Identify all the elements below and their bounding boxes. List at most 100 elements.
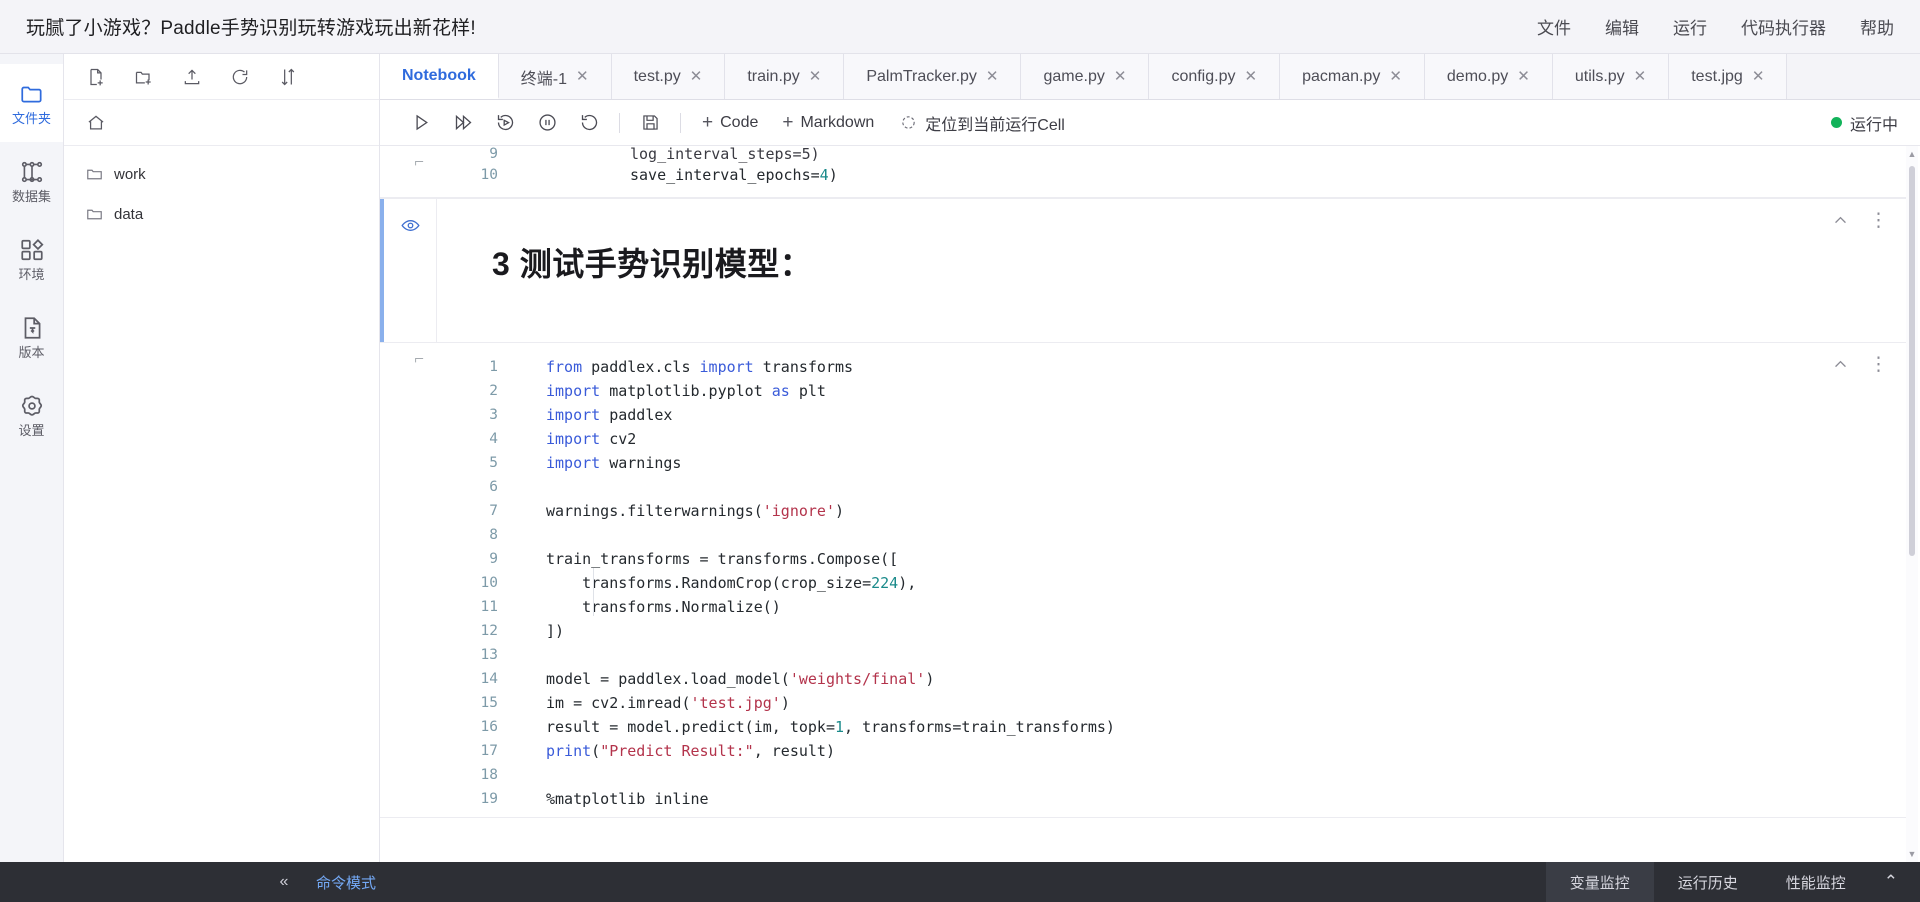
tab-pacman-py[interactable]: pacman.py ✕: [1280, 54, 1425, 99]
line-number: 12: [480, 623, 498, 639]
version-icon: [24, 317, 40, 339]
add-code-cell-button[interactable]: + Code: [690, 107, 770, 139]
notebook-scrollbar[interactable]: ▲ ▼: [1906, 146, 1918, 862]
rail-item-folder[interactable]: 文件夹: [0, 64, 63, 142]
tab-label: config.py: [1171, 67, 1236, 85]
restart-kernel-button[interactable]: [568, 106, 610, 140]
tab-close-icon[interactable]: ✕: [1389, 69, 1402, 84]
tab-close-icon[interactable]: ✕: [1517, 69, 1530, 84]
tab-label: Notebook: [402, 66, 476, 84]
rail-label-version: 版本: [18, 345, 45, 360]
rail-item-settings[interactable]: 设置: [0, 376, 63, 454]
menu-item-edit[interactable]: 编辑: [1605, 14, 1639, 39]
home-icon[interactable]: [86, 113, 106, 133]
status-run-history[interactable]: 运行历史: [1654, 872, 1762, 893]
cell-run-gutter[interactable]: ⌐: [380, 343, 458, 811]
line-number: 2: [489, 383, 498, 399]
code-line: 2 import matplotlib.pyplot as plt: [458, 379, 1906, 403]
code-line: 17 print("Predict Result:", result): [458, 739, 1906, 763]
tab-notebook[interactable]: Notebook: [380, 54, 499, 99]
tab-label: test.jpg: [1691, 67, 1743, 85]
markdown-rendered-content[interactable]: 3 测试手势识别模型：: [436, 199, 1906, 342]
interrupt-button[interactable]: [526, 106, 568, 140]
kernel-status-label: 运行中: [1849, 116, 1898, 134]
notebook-cell-markdown[interactable]: 3 测试手势识别模型： ⋮: [380, 198, 1906, 343]
line-number: 7: [489, 503, 498, 519]
line-code: transforms.Normalize(): [546, 598, 781, 616]
status-variable-monitor[interactable]: 变量监控: [1545, 862, 1654, 902]
refresh-icon[interactable]: [230, 67, 250, 87]
scrollbar-thumb[interactable]: [1909, 166, 1915, 556]
run-cell-button[interactable]: [400, 106, 442, 140]
run-cell-icon: [415, 114, 428, 131]
run-all-button[interactable]: [442, 106, 484, 140]
interrupt-icon: [538, 114, 556, 131]
status-bar-mode[interactable]: 命令模式: [316, 872, 376, 893]
line-code: result = model.predict(im, topk=1, trans…: [546, 718, 1115, 736]
tab-close-icon[interactable]: ✕: [690, 69, 703, 84]
file-list-item-data[interactable]: data: [64, 194, 379, 234]
menu-item-file[interactable]: 文件: [1537, 14, 1571, 39]
rail-item-environment[interactable]: 环境: [0, 220, 63, 298]
chevron-up-icon[interactable]: [1832, 212, 1849, 229]
tab-palmtracker-py[interactable]: PalmTracker.py ✕: [844, 54, 1022, 99]
status-performance-monitor[interactable]: 性能监控: [1762, 872, 1870, 893]
cell-run-gutter[interactable]: ⌐: [380, 146, 458, 187]
add-markdown-cell-button[interactable]: + Markdown: [770, 107, 886, 139]
cell-run-indicator: ⌐: [414, 152, 424, 171]
new-folder-icon[interactable]: [134, 67, 154, 87]
tab-game-py[interactable]: game.py ✕: [1021, 54, 1150, 99]
cell-code-area[interactable]: 1 from paddlex.cls import transforms 2 i…: [458, 343, 1906, 811]
file-breadcrumb[interactable]: [64, 100, 379, 146]
scroll-up-arrow-icon[interactable]: ▲: [1907, 148, 1917, 160]
tab-close-icon[interactable]: ✕: [576, 69, 589, 84]
notebook-cell-partial-top[interactable]: ⌐ 9 log_interval_steps=5) 10 save_interv…: [380, 146, 1906, 198]
eye-icon[interactable]: [400, 215, 421, 236]
rail-item-version[interactable]: 版本: [0, 298, 63, 376]
notebook-app: 玩腻了小游戏？Paddle手势识别玩转游戏玩出新花样! 文件 编辑 运行 代码执…: [0, 0, 1920, 902]
locate-running-cell-button[interactable]: 定位到当前运行Cell: [900, 111, 1065, 135]
tab-close-icon[interactable]: ✕: [809, 69, 822, 84]
tab-close-icon[interactable]: ✕: [1244, 69, 1257, 84]
notebook-cell-code[interactable]: ⋮ ⌐ 1 from paddlex.cls import transforms: [380, 343, 1906, 818]
tab-close-icon[interactable]: ✕: [986, 69, 999, 84]
file-panel: work data: [64, 54, 380, 862]
rail-item-dataset[interactable]: 数据集: [0, 142, 63, 220]
cell-body: ⌐ 1 from paddlex.cls import transforms 2: [380, 343, 1906, 811]
tab-close-icon[interactable]: ✕: [1114, 69, 1127, 84]
kebab-menu-icon[interactable]: ⋮: [1869, 211, 1888, 230]
code-line: 14 model = paddlex.load_model('weights/f…: [458, 667, 1906, 691]
collapse-panel-button[interactable]: «: [252, 873, 316, 891]
tab-train-py[interactable]: train.py ✕: [725, 54, 845, 99]
tab-utils-py[interactable]: utils.py ✕: [1552, 54, 1670, 99]
code-line: 13: [458, 643, 1906, 667]
code-line: 5 import warnings: [458, 451, 1906, 475]
tab-test-py[interactable]: test.py ✕: [611, 54, 726, 99]
plus-icon: +: [702, 112, 714, 133]
cell-run-indicator: ⌐: [414, 349, 424, 368]
sort-icon[interactable]: [278, 67, 298, 87]
cell-code-area[interactable]: 9 log_interval_steps=5) 10 save_interval…: [458, 146, 1906, 187]
tab-terminal-1[interactable]: 终端-1 ✕: [498, 54, 612, 99]
line-code: train_transforms = transforms.Compose([: [546, 550, 899, 568]
new-file-icon[interactable]: [86, 67, 106, 87]
menu-item-help[interactable]: 帮助: [1860, 14, 1894, 39]
menu-item-run[interactable]: 运行: [1673, 14, 1707, 39]
tab-label: train.py: [747, 67, 800, 85]
tab-test-jpg[interactable]: test.jpg ✕: [1669, 54, 1788, 99]
expand-panel-chevron-icon[interactable]: ⌃: [1870, 872, 1920, 892]
file-name: data: [114, 205, 144, 223]
notebook-toolbar: + Code + Markdown 定位到当前运行Cell 运行中: [380, 100, 1920, 146]
tab-demo-py[interactable]: demo.py ✕: [1424, 54, 1553, 99]
upload-icon[interactable]: [182, 67, 202, 87]
tab-close-icon[interactable]: ✕: [1752, 69, 1765, 84]
save-button[interactable]: [629, 106, 671, 140]
menu-item-code-executor[interactable]: 代码执行器: [1741, 14, 1826, 39]
restart-run-all-button[interactable]: [484, 106, 526, 140]
notebook-scroll-area[interactable]: ⌐ 9 log_interval_steps=5) 10 save_interv…: [380, 146, 1920, 862]
file-list-item-work[interactable]: work: [64, 154, 379, 194]
tab-config-py[interactable]: config.py ✕: [1149, 54, 1281, 99]
scroll-down-arrow-icon[interactable]: ▼: [1907, 848, 1917, 860]
tab-close-icon[interactable]: ✕: [1634, 69, 1647, 84]
rail-label-environment: 环境: [18, 267, 45, 282]
